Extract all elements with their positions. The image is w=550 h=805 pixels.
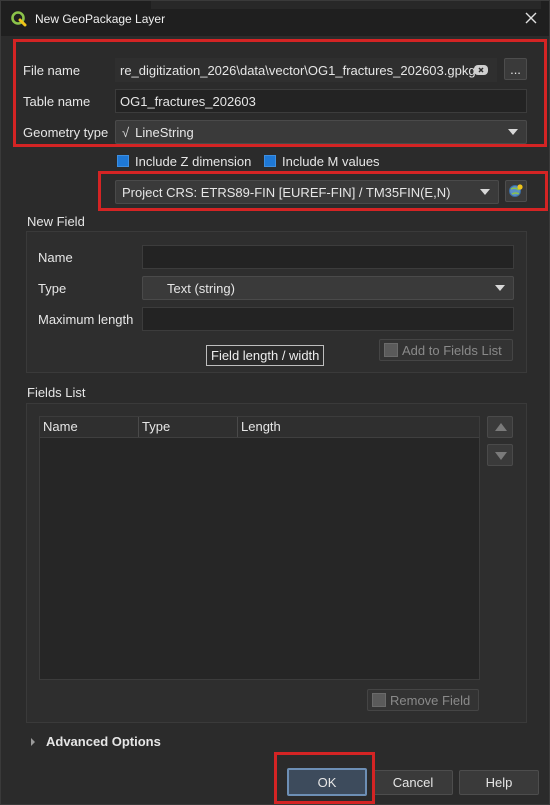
column-header-type[interactable]: Type: [139, 417, 238, 437]
table-name-value: OG1_fractures_202603: [120, 93, 256, 109]
file-name-value: re_digitization_2026\data\vector\OG1_fra…: [120, 62, 476, 78]
linestring-icon: √: [122, 124, 130, 140]
field-length-tooltip: Field length / width: [206, 345, 325, 366]
arrow-down-icon: [495, 452, 507, 460]
fields-list-title: Fields List: [27, 385, 86, 400]
field-name-input[interactable]: [142, 245, 514, 269]
new-field-title: New Field: [27, 214, 85, 229]
crs-value: Project CRS: ETRS89-FIN [EUREF-FIN] / TM…: [122, 184, 451, 200]
browse-button-label: ...: [510, 61, 521, 77]
close-icon[interactable]: [523, 10, 539, 26]
chevron-down-icon: [508, 129, 518, 135]
dialog-title: New GeoPackage Layer: [35, 11, 166, 26]
include-m-checkbox[interactable]: [264, 155, 276, 167]
max-length-input[interactable]: [142, 307, 514, 331]
crs-select[interactable]: Project CRS: ETRS89-FIN [EUREF-FIN] / TM…: [115, 180, 499, 204]
ok-button[interactable]: OK: [287, 768, 367, 796]
fields-table-header: Name Type Length: [40, 417, 479, 438]
add-to-fields-list-button[interactable]: Add to Fields List: [379, 339, 513, 361]
cancel-button-label: Cancel: [392, 775, 434, 790]
globe-icon: [509, 184, 523, 197]
help-button-label: Help: [485, 775, 513, 790]
fields-table[interactable]: Name Type Length: [39, 416, 480, 680]
crs-selector-button[interactable]: [505, 180, 527, 202]
browse-button[interactable]: ...: [504, 58, 527, 80]
tooltip-text: Field length / width: [211, 348, 320, 363]
chevron-right-icon[interactable]: [29, 737, 37, 747]
column-header-name-label: Name: [43, 419, 78, 434]
ok-button-label: OK: [317, 774, 337, 790]
clear-icon[interactable]: [474, 63, 488, 77]
move-up-button[interactable]: [487, 416, 513, 438]
file-name-label: File name: [23, 63, 81, 78]
background-app-strip: [151, 1, 541, 9]
chevron-down-icon: [495, 285, 505, 291]
include-m-label: Include M values: [282, 154, 380, 169]
geometry-type-label: Geometry type: [23, 125, 109, 140]
move-down-button[interactable]: [487, 444, 513, 466]
table-name-label: Table name: [23, 94, 91, 109]
column-header-type-label: Type: [142, 419, 171, 434]
remove-field-icon: [372, 693, 386, 707]
title-bar: New GeoPackage Layer: [1, 1, 549, 36]
column-header-length[interactable]: Length: [238, 417, 479, 437]
chevron-down-icon: [480, 189, 490, 195]
text-type-icon: [149, 281, 163, 295]
help-button[interactable]: Help: [459, 770, 539, 795]
geometry-type-select[interactable]: √ LineString: [115, 120, 527, 144]
column-header-length-label: Length: [241, 419, 281, 434]
arrow-up-icon: [495, 423, 507, 431]
include-z-checkbox[interactable]: [117, 155, 129, 167]
field-name-label: Name: [38, 250, 73, 265]
cancel-button[interactable]: Cancel: [373, 770, 453, 795]
remove-field-button[interactable]: Remove Field: [367, 689, 479, 711]
column-header-name[interactable]: Name: [40, 417, 139, 437]
advanced-options-label[interactable]: Advanced Options: [46, 734, 161, 749]
add-to-fields-list-label: Add to Fields List: [402, 342, 502, 358]
max-length-label: Maximum length: [38, 312, 134, 327]
qgis-logo-icon: [11, 10, 27, 26]
field-type-select[interactable]: Text (string): [142, 276, 514, 300]
remove-field-label: Remove Field: [390, 692, 471, 708]
field-type-value: Text (string): [167, 280, 235, 296]
table-name-input[interactable]: OG1_fractures_202603: [115, 89, 527, 113]
geometry-type-value: LineString: [135, 124, 194, 140]
field-type-label: Type: [38, 281, 67, 296]
new-geopackage-layer-dialog: New GeoPackage Layer File name re_digiti…: [0, 0, 550, 805]
include-z-label: Include Z dimension: [135, 154, 252, 169]
add-field-icon: [384, 343, 398, 357]
file-name-input[interactable]: re_digitization_2026\data\vector\OG1_fra…: [115, 58, 497, 82]
